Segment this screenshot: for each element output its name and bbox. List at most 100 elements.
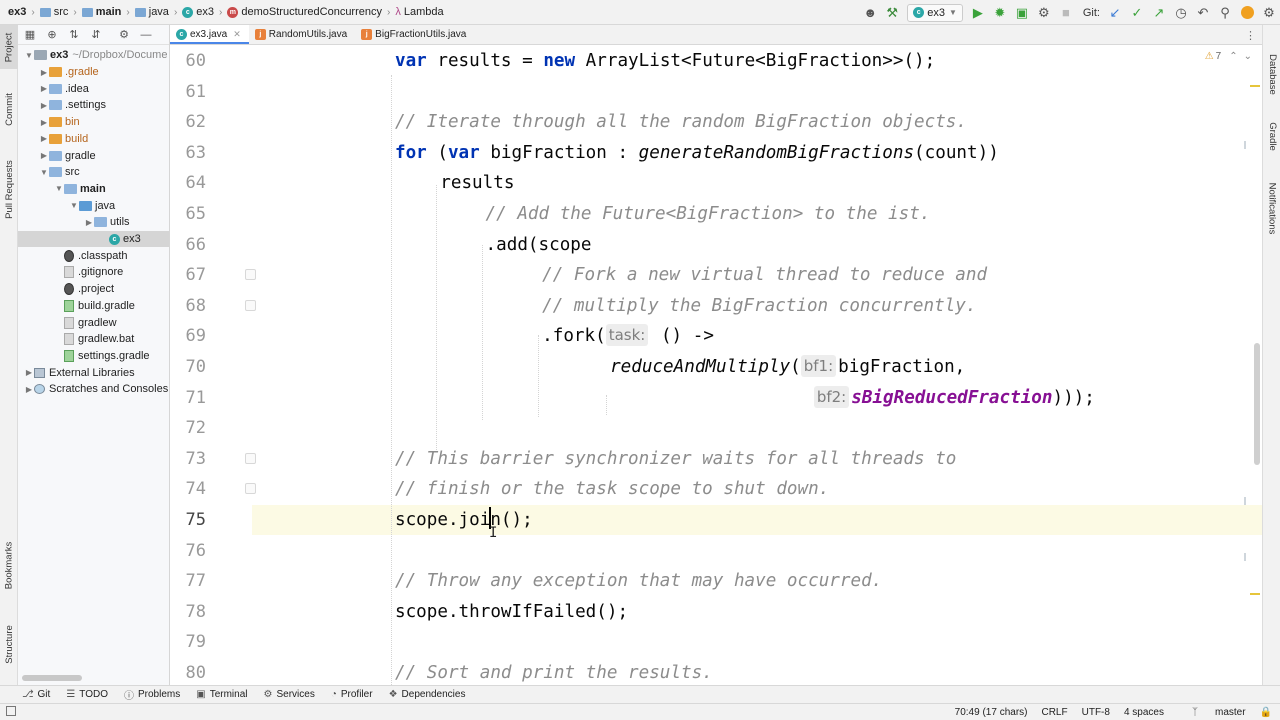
tool-window-profiler[interactable]: ◔ Profiler <box>331 689 373 700</box>
hide-icon[interactable]: — <box>138 27 154 43</box>
tree-item[interactable]: ▼ main <box>18 181 169 198</box>
update-ide-icon[interactable] <box>1236 2 1258 24</box>
inspection-widget[interactable]: ⚠ 7 ⌃ ⌄ <box>1205 51 1252 62</box>
tab-gradle[interactable]: Gradle <box>1263 113 1280 159</box>
code-line[interactable]: // Throw any exception that may have occ… <box>395 566 882 596</box>
chevron-down-icon[interactable]: ▼ <box>54 184 64 193</box>
tool-window-problems[interactable]: ⓘ Problems <box>124 687 180 702</box>
chevron-right-icon[interactable]: ▶ <box>24 368 34 377</box>
more-icon[interactable]: ⋮ <box>1245 29 1256 42</box>
user-icon[interactable]: ☻ <box>859 2 881 24</box>
chevron-down-icon[interactable]: ▼ <box>69 201 79 210</box>
chevron-right-icon[interactable]: ▶ <box>39 68 49 77</box>
tree-item[interactable]: build.gradle <box>18 298 169 315</box>
chevron-right-icon[interactable]: ▶ <box>39 134 49 143</box>
history-icon[interactable]: ◷ <box>1170 2 1192 24</box>
tool-windows-toggle-icon[interactable] <box>6 706 16 716</box>
tree-item[interactable]: ▼ src <box>18 164 169 181</box>
fold-marker-icon[interactable] <box>245 299 256 311</box>
chevron-right-icon[interactable]: ▶ <box>84 218 94 227</box>
tree-item[interactable]: gradlew.bat <box>18 331 169 348</box>
code-line[interactable]: scope.throwIfFailed(); <box>395 597 628 627</box>
line-separator[interactable]: CRLF <box>1041 707 1067 718</box>
code-line[interactable]: // This barrier synchronizer waits for a… <box>395 444 956 474</box>
close-icon[interactable]: ✕ <box>233 29 241 40</box>
code-line[interactable]: // Sort and print the results. <box>395 658 713 685</box>
gear-icon[interactable]: ⚙ <box>116 27 132 43</box>
chevron-down-icon[interactable]: ▼ <box>24 51 34 60</box>
commit-icon[interactable]: ✓ <box>1126 2 1148 24</box>
tab-bookmarks[interactable]: Bookmarks <box>0 535 18 595</box>
code-editor[interactable]: 60 61 62 63 64 65 66 67 68 69 70 71 72 73 74 75 76 77 78 79… <box>170 45 1262 685</box>
fold-marker-icon[interactable] <box>245 269 256 281</box>
breadcrumb-item-1[interactable]: › src <box>26 6 68 18</box>
breadcrumb-item-3[interactable]: › java <box>121 6 169 18</box>
tree-item[interactable]: ▶ Scratches and Consoles <box>18 381 169 398</box>
tree-item[interactable]: ▶ .settings <box>18 97 169 114</box>
tree-item[interactable]: ▶ .idea <box>18 80 169 97</box>
tab-bigfractionutils-java[interactable]: j BigFractionUtils.java <box>355 25 474 44</box>
rollback-icon[interactable]: ↶ <box>1192 2 1214 24</box>
chevron-right-icon[interactable]: ▶ <box>39 101 49 110</box>
code-line[interactable]: .add(scope <box>486 230 592 260</box>
tool-window-dependencies[interactable]: ❖ Dependencies <box>389 689 466 700</box>
breadcrumb-item-6[interactable]: › λ Lambda <box>382 6 444 18</box>
tree-scrollbar[interactable] <box>22 675 82 681</box>
code-line[interactable]: var results = new ArrayList<Future<BigFr… <box>395 46 935 76</box>
code-line[interactable]: .fork(task: () -> <box>542 321 714 351</box>
breadcrumb-item-2[interactable]: › main <box>68 6 121 18</box>
caret-position[interactable]: 70:49 (17 chars) <box>955 707 1028 718</box>
chevron-right-icon[interactable]: ▶ <box>39 118 49 127</box>
chevron-right-icon[interactable]: ▶ <box>39 151 49 160</box>
warning-marker[interactable] <box>1250 85 1260 87</box>
chevron-down-icon[interactable]: ▼ <box>39 168 49 177</box>
previous-highlight-icon[interactable]: ⌃ <box>1229 51 1237 62</box>
tool-window-terminal[interactable]: ▣ Terminal <box>196 689 247 700</box>
tab-ex3-java[interactable]: c ex3.java ✕ <box>170 25 249 44</box>
tree-item[interactable]: ▶ .gradle <box>18 64 169 81</box>
tool-window-todo[interactable]: ☰ TODO <box>66 689 108 700</box>
tab-notifications[interactable]: Notifications <box>1263 169 1280 247</box>
code-line[interactable]: // Iterate through all the random BigFra… <box>395 107 967 137</box>
indent-setting[interactable]: 4 spaces <box>1124 707 1164 718</box>
collapse-all-icon[interactable]: ⇵ <box>88 27 104 43</box>
tree-item[interactable]: ▼ java <box>18 197 169 214</box>
coverage-icon[interactable]: ▣ <box>1011 2 1033 24</box>
tree-item[interactable]: .gitignore <box>18 264 169 281</box>
profile-icon[interactable]: ⚙ <box>1033 2 1055 24</box>
tab-structure[interactable]: Structure <box>0 619 18 669</box>
next-highlight-icon[interactable]: ⌄ <box>1244 51 1252 62</box>
tab-pull-requests[interactable]: Pull Requests <box>0 151 18 227</box>
code-line[interactable]: // Fork a new virtual thread to reduce a… <box>542 260 987 290</box>
stop-icon[interactable]: ■ <box>1055 2 1077 24</box>
tree-item[interactable]: c ex3 <box>18 230 169 248</box>
tree-item[interactable]: ▶ utils <box>18 214 169 231</box>
fold-marker-icon[interactable] <box>245 452 256 464</box>
editor-scrollbar[interactable] <box>1254 343 1260 465</box>
code-line[interactable]: reduceAndMultiply(bf1: bigFraction, <box>610 352 965 382</box>
git-branch[interactable]: ᛉ master <box>1178 707 1246 718</box>
tree-item[interactable]: ▶ External Libraries <box>18 364 169 381</box>
update-icon[interactable]: ↙ <box>1104 2 1126 24</box>
tree-item[interactable]: .project <box>18 281 169 298</box>
tab-database[interactable]: Database <box>1263 43 1280 105</box>
code-line[interactable]: // multiply the BigFraction concurrently… <box>542 291 976 321</box>
file-encoding[interactable]: UTF-8 <box>1082 707 1110 718</box>
code-line[interactable]: results <box>440 168 514 198</box>
chevron-right-icon[interactable]: ▶ <box>39 84 49 93</box>
locate-icon[interactable]: ⊕ <box>44 27 60 43</box>
lock-icon[interactable]: 🔒 <box>1260 707 1272 718</box>
change-marker[interactable] <box>1244 553 1246 561</box>
search-icon[interactable]: ⚲ <box>1214 2 1236 24</box>
expand-all-icon[interactable]: ⇅ <box>66 27 82 43</box>
tree-item[interactable]: settings.gradle <box>18 348 169 365</box>
change-marker[interactable] <box>1244 497 1246 505</box>
debug-icon[interactable]: ✹ <box>989 2 1011 24</box>
tree-item[interactable]: .classpath <box>18 247 169 264</box>
tab-project[interactable]: Project <box>0 25 18 69</box>
fold-marker-icon[interactable] <box>245 483 256 495</box>
code-line[interactable]: // finish or the task scope to shut down… <box>395 474 829 504</box>
code-line[interactable]: bf2: sBigReducedFraction))); <box>813 383 1095 413</box>
tree-item[interactable]: gradlew <box>18 314 169 331</box>
tree-item[interactable]: ▶ build <box>18 131 169 148</box>
